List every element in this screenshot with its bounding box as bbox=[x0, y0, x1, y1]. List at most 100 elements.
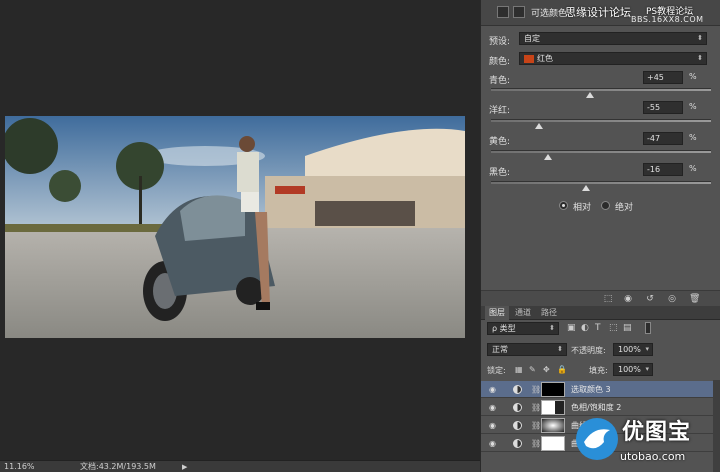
slider-track[interactable] bbox=[491, 119, 711, 129]
trash-icon[interactable]: 🗑 bbox=[689, 294, 700, 304]
blend-mode-select[interactable]: 正常 ⬍ bbox=[487, 343, 567, 356]
slider-percent: % bbox=[689, 133, 697, 142]
filter-shape-icon[interactable]: ⬚ bbox=[609, 323, 618, 333]
colors-value: 红色 bbox=[537, 54, 553, 63]
slider-track[interactable] bbox=[491, 88, 711, 98]
preset-label: 预设: bbox=[489, 37, 511, 47]
photo-illustration bbox=[5, 116, 465, 338]
visibility-icon[interactable]: ◎ bbox=[667, 294, 677, 304]
tab-paths[interactable]: 路径 bbox=[537, 306, 561, 320]
relative-label: 相对 bbox=[573, 203, 592, 213]
mask-icon[interactable] bbox=[513, 6, 525, 18]
absolute-label: 绝对 bbox=[615, 203, 634, 213]
adjustment-layer-icon bbox=[513, 421, 522, 430]
properties-footer: ⬚ ◉ ↺ ◎ 🗑 bbox=[481, 290, 720, 306]
slider-thumb[interactable] bbox=[535, 123, 544, 129]
adjustment-layer-icon bbox=[513, 439, 522, 448]
lock-all-icon[interactable]: 🔒 bbox=[557, 365, 567, 374]
slider-track[interactable] bbox=[491, 181, 711, 191]
filter-smart-object-icon[interactable]: ▤ bbox=[623, 323, 632, 333]
absolute-radio[interactable] bbox=[601, 201, 610, 210]
slider-thumb[interactable] bbox=[581, 185, 590, 191]
layer-mask-thumbnail[interactable] bbox=[541, 400, 565, 415]
chevron-down-icon: ⬍ bbox=[697, 54, 703, 62]
slider-value-input[interactable]: +45 bbox=[643, 71, 683, 84]
fill-label: 填充: bbox=[589, 366, 608, 375]
opacity-input[interactable]: 100% ▾ bbox=[613, 343, 653, 356]
lock-transparent-icon[interactable]: ▦ bbox=[515, 365, 523, 374]
colors-select[interactable]: 红色 ⬍ bbox=[519, 52, 707, 65]
link-icon[interactable]: ⛓ bbox=[531, 421, 541, 430]
blend-mode-value: 正常 bbox=[492, 345, 508, 354]
layers-tabs: 图层 通道 路径 bbox=[481, 306, 720, 320]
filter-type-icon[interactable]: T bbox=[595, 323, 601, 333]
layer-mask-thumbnail[interactable] bbox=[541, 382, 565, 397]
filter-pixel-icon[interactable]: ▣ bbox=[567, 323, 576, 333]
link-icon[interactable]: ⛓ bbox=[531, 385, 541, 394]
canvas-area[interactable] bbox=[0, 0, 480, 460]
fill-input[interactable]: 100% ▾ bbox=[613, 363, 653, 376]
relative-radio[interactable] bbox=[559, 201, 568, 210]
slider-percent: % bbox=[689, 72, 697, 81]
watermark-url: BBS.16XX8.COM bbox=[631, 15, 704, 24]
document-size: 文档:43.2M/193.5M bbox=[80, 462, 156, 471]
lock-label: 锁定: bbox=[487, 366, 506, 375]
preset-select[interactable]: 自定 ⬍ bbox=[519, 32, 707, 45]
chevron-down-icon: ▾ bbox=[645, 365, 649, 373]
eye-icon[interactable]: ◉ bbox=[489, 385, 498, 394]
preset-value: 自定 bbox=[524, 34, 540, 43]
right-panel: 可选颜色 思缘设计论坛 PS教程论坛 BBS.16XX8.COM 预设: 自定 … bbox=[480, 0, 720, 472]
adjustment-layer-icon bbox=[513, 385, 522, 394]
tab-channels[interactable]: 通道 bbox=[511, 306, 535, 320]
slider-value-input[interactable]: -55 bbox=[643, 101, 683, 114]
layer-mask-thumbnail[interactable] bbox=[541, 418, 565, 433]
slider-value-input[interactable]: -47 bbox=[643, 132, 683, 145]
zoom-level[interactable]: 11.16% bbox=[4, 461, 35, 472]
slider-label: 黑色: bbox=[489, 168, 511, 178]
eye-icon[interactable]: ◉ bbox=[489, 403, 498, 412]
chevron-down-icon: ▾ bbox=[645, 345, 649, 353]
layer-filter-select[interactable]: ρ 类型 ⬍ bbox=[487, 322, 559, 335]
lock-position-icon[interactable]: ✥ bbox=[543, 365, 550, 374]
tab-layers[interactable]: 图层 bbox=[485, 306, 509, 320]
filter-toggle[interactable] bbox=[645, 322, 651, 334]
link-icon[interactable]: ⛓ bbox=[531, 403, 541, 412]
slider-label: 洋红: bbox=[489, 106, 511, 116]
bird-logo-icon bbox=[576, 418, 618, 460]
colors-label: 颜色: bbox=[489, 57, 511, 67]
status-menu-arrow-icon[interactable]: ▶ bbox=[182, 461, 187, 472]
view-previous-icon[interactable]: ◉ bbox=[623, 294, 633, 304]
lock-image-icon[interactable]: ✎ bbox=[529, 365, 536, 374]
slider-thumb[interactable] bbox=[586, 92, 594, 98]
layer-filter-value: ρ 类型 bbox=[492, 324, 516, 333]
eye-icon[interactable]: ◉ bbox=[489, 439, 498, 448]
slider-percent: % bbox=[689, 164, 697, 173]
slider-thumb[interactable] bbox=[544, 154, 553, 160]
eye-icon[interactable]: ◉ bbox=[489, 421, 498, 430]
logo-text: 优图宝 bbox=[622, 420, 692, 445]
logo-watermark: 优图宝 utobao.com bbox=[570, 410, 720, 472]
filter-adjustment-icon[interactable]: ◐ bbox=[581, 323, 589, 333]
reset-icon[interactable]: ↺ bbox=[645, 294, 655, 304]
properties-header: 可选颜色 思缘设计论坛 PS教程论坛 BBS.16XX8.COM bbox=[481, 0, 720, 26]
chevron-down-icon: ⬍ bbox=[697, 34, 703, 42]
clip-to-layer-icon[interactable]: ⬚ bbox=[603, 294, 613, 304]
slider-label: 青色: bbox=[489, 76, 511, 86]
slider-percent: % bbox=[689, 102, 697, 111]
slider-track[interactable] bbox=[491, 150, 711, 160]
adjustment-icon[interactable] bbox=[497, 6, 509, 18]
properties-title: 可选颜色 bbox=[531, 9, 568, 19]
layer-row[interactable]: ◉ ⛓ 选取颜色 3 bbox=[481, 381, 713, 398]
logo-url: utobao.com bbox=[620, 450, 686, 463]
fill-value: 100% bbox=[618, 365, 641, 374]
layer-mask-thumbnail[interactable] bbox=[541, 436, 565, 451]
slider-value-input[interactable]: -16 bbox=[643, 163, 683, 176]
opacity-value: 100% bbox=[618, 345, 641, 354]
adjustment-layer-icon bbox=[513, 403, 522, 412]
layer-name[interactable]: 选取颜色 3 bbox=[571, 384, 611, 395]
watermark-title: 思缘设计论坛 bbox=[565, 6, 631, 19]
slider-label: 黄色: bbox=[489, 137, 511, 147]
link-icon[interactable]: ⛓ bbox=[531, 439, 541, 448]
document-image[interactable] bbox=[5, 116, 465, 338]
red-color-swatch bbox=[524, 54, 534, 63]
